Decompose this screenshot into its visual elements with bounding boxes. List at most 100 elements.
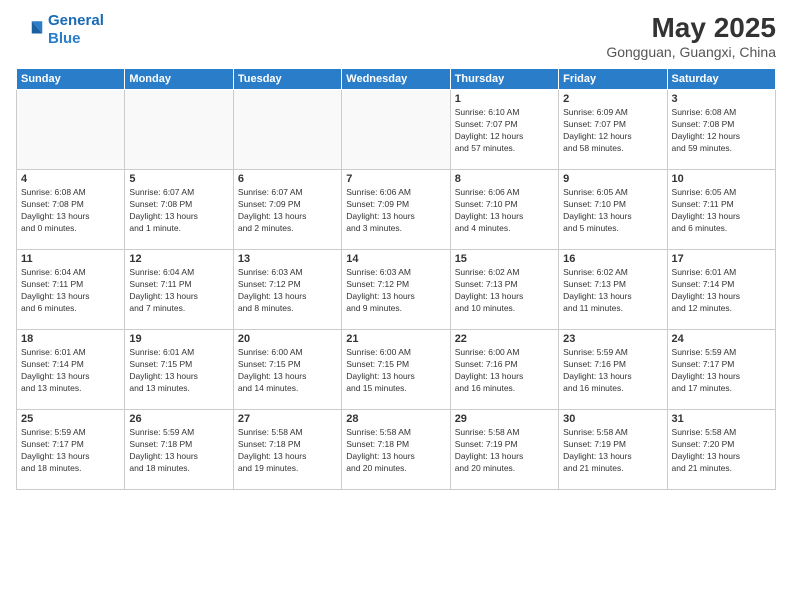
day-cell: 1 Sunrise: 6:10 AM Sunset: 7:07 PM Daylig… bbox=[450, 90, 558, 170]
day-cell: 25Sunrise: 5:59 AM Sunset: 7:17 PM Dayli… bbox=[17, 410, 125, 490]
day-number: 8 bbox=[455, 173, 554, 185]
day-cell: 24Sunrise: 5:59 AM Sunset: 7:17 PM Dayli… bbox=[667, 330, 775, 410]
day-info: Sunrise: 5:58 AM Sunset: 7:20 PM Dayligh… bbox=[672, 427, 771, 475]
day-cell: 3Sunrise: 6:08 AM Sunset: 7:08 PM Daylig… bbox=[667, 90, 775, 170]
day-info: Sunrise: 6:10 AM Sunset: 7:07 PM Dayligh… bbox=[455, 107, 554, 155]
day-number: 31 bbox=[672, 413, 771, 425]
day-info: Sunrise: 6:09 AM Sunset: 7:07 PM Dayligh… bbox=[563, 107, 662, 155]
day-info: Sunrise: 6:08 AM Sunset: 7:08 PM Dayligh… bbox=[21, 187, 120, 235]
day-number: 11 bbox=[21, 253, 120, 265]
day-info: Sunrise: 6:07 AM Sunset: 7:09 PM Dayligh… bbox=[238, 187, 337, 235]
day-number: 7 bbox=[346, 173, 445, 185]
day-number: 23 bbox=[563, 333, 662, 345]
day-number: 9 bbox=[563, 173, 662, 185]
day-info: Sunrise: 6:01 AM Sunset: 7:14 PM Dayligh… bbox=[672, 267, 771, 315]
weekday-header-sunday: Sunday bbox=[17, 69, 125, 90]
day-info: Sunrise: 6:06 AM Sunset: 7:10 PM Dayligh… bbox=[455, 187, 554, 235]
day-info: Sunrise: 6:02 AM Sunset: 7:13 PM Dayligh… bbox=[455, 267, 554, 315]
day-number: 28 bbox=[346, 413, 445, 425]
day-number: 1 bbox=[455, 93, 554, 105]
weekday-header-row: SundayMondayTuesdayWednesdayThursdayFrid… bbox=[17, 69, 776, 90]
day-cell: 27Sunrise: 5:58 AM Sunset: 7:18 PM Dayli… bbox=[233, 410, 341, 490]
day-info: Sunrise: 5:59 AM Sunset: 7:18 PM Dayligh… bbox=[129, 427, 228, 475]
day-info: Sunrise: 5:58 AM Sunset: 7:19 PM Dayligh… bbox=[455, 427, 554, 475]
day-info: Sunrise: 6:00 AM Sunset: 7:15 PM Dayligh… bbox=[346, 347, 445, 395]
day-number: 18 bbox=[21, 333, 120, 345]
logo-line2: Blue bbox=[48, 30, 81, 47]
day-number: 22 bbox=[455, 333, 554, 345]
day-info: Sunrise: 5:58 AM Sunset: 7:18 PM Dayligh… bbox=[346, 427, 445, 475]
day-info: Sunrise: 5:58 AM Sunset: 7:19 PM Dayligh… bbox=[563, 427, 662, 475]
day-cell: 20Sunrise: 6:00 AM Sunset: 7:15 PM Dayli… bbox=[233, 330, 341, 410]
day-cell: 26 Sunrise: 5:59 AM Sunset: 7:18 PM Dayli… bbox=[125, 410, 233, 490]
day-info: Sunrise: 6:04 AM Sunset: 7:11 PM Dayligh… bbox=[129, 267, 228, 315]
day-info: Sunrise: 6:06 AM Sunset: 7:09 PM Dayligh… bbox=[346, 187, 445, 235]
day-info: Sunrise: 6:01 AM Sunset: 7:14 PM Dayligh… bbox=[21, 347, 120, 395]
week-row-3: 11 Sunrise: 6:04 AM Sunset: 7:11 PM Dayli… bbox=[17, 250, 776, 330]
day-cell bbox=[342, 90, 450, 170]
day-number: 21 bbox=[346, 333, 445, 345]
logo: General Blue bbox=[16, 12, 104, 48]
weekday-header-thursday: Thursday bbox=[450, 69, 558, 90]
day-number: 25 bbox=[21, 413, 120, 425]
day-number: 24 bbox=[672, 333, 771, 345]
day-info: Sunrise: 5:58 AM Sunset: 7:18 PM Dayligh… bbox=[238, 427, 337, 475]
day-number: 16 bbox=[563, 253, 662, 265]
day-number: 14 bbox=[346, 253, 445, 265]
day-cell: 15 Sunrise: 6:02 AM Sunset: 7:13 PM Dayli… bbox=[450, 250, 558, 330]
day-number: 5 bbox=[129, 173, 228, 185]
day-number: 26 bbox=[129, 413, 228, 425]
day-info: Sunrise: 5:59 AM Sunset: 7:16 PM Dayligh… bbox=[563, 347, 662, 395]
logo-text: General Blue bbox=[48, 12, 104, 48]
day-number: 17 bbox=[672, 253, 771, 265]
day-number: 19 bbox=[129, 333, 228, 345]
day-number: 10 bbox=[672, 173, 771, 185]
day-cell: 31 Sunrise: 5:58 AM Sunset: 7:20 PM Dayli… bbox=[667, 410, 775, 490]
day-number: 6 bbox=[238, 173, 337, 185]
day-cell: 11 Sunrise: 6:04 AM Sunset: 7:11 PM Dayli… bbox=[17, 250, 125, 330]
day-cell: 21 Sunrise: 6:00 AM Sunset: 7:15 PM Dayli… bbox=[342, 330, 450, 410]
day-cell: 18 Sunrise: 6:01 AM Sunset: 7:14 PM Dayli… bbox=[17, 330, 125, 410]
day-cell: 10 Sunrise: 6:05 AM Sunset: 7:11 PM Dayli… bbox=[667, 170, 775, 250]
day-cell: 8 Sunrise: 6:06 AM Sunset: 7:10 PM Daylig… bbox=[450, 170, 558, 250]
logo-icon bbox=[16, 16, 44, 44]
day-number: 30 bbox=[563, 413, 662, 425]
day-cell bbox=[17, 90, 125, 170]
calendar: SundayMondayTuesdayWednesdayThursdayFrid… bbox=[16, 68, 776, 490]
weekday-header-monday: Monday bbox=[125, 69, 233, 90]
day-number: 15 bbox=[455, 253, 554, 265]
day-cell: 13Sunrise: 6:03 AM Sunset: 7:12 PM Dayli… bbox=[233, 250, 341, 330]
week-row-5: 25Sunrise: 5:59 AM Sunset: 7:17 PM Dayli… bbox=[17, 410, 776, 490]
day-cell: 14Sunrise: 6:03 AM Sunset: 7:12 PM Dayli… bbox=[342, 250, 450, 330]
day-cell: 12 Sunrise: 6:04 AM Sunset: 7:11 PM Dayli… bbox=[125, 250, 233, 330]
day-cell: 6 Sunrise: 6:07 AM Sunset: 7:09 PM Daylig… bbox=[233, 170, 341, 250]
day-cell: 30 Sunrise: 5:58 AM Sunset: 7:19 PM Dayli… bbox=[559, 410, 667, 490]
day-info: Sunrise: 6:04 AM Sunset: 7:11 PM Dayligh… bbox=[21, 267, 120, 315]
week-row-2: 4 Sunrise: 6:08 AM Sunset: 7:08 PM Daylig… bbox=[17, 170, 776, 250]
weekday-header-saturday: Saturday bbox=[667, 69, 775, 90]
day-number: 12 bbox=[129, 253, 228, 265]
day-info: Sunrise: 6:07 AM Sunset: 7:08 PM Dayligh… bbox=[129, 187, 228, 235]
day-cell: 9 Sunrise: 6:05 AM Sunset: 7:10 PM Daylig… bbox=[559, 170, 667, 250]
day-info: Sunrise: 6:05 AM Sunset: 7:11 PM Dayligh… bbox=[672, 187, 771, 235]
week-row-1: 1 Sunrise: 6:10 AM Sunset: 7:07 PM Daylig… bbox=[17, 90, 776, 170]
day-cell: 5 Sunrise: 6:07 AM Sunset: 7:08 PM Daylig… bbox=[125, 170, 233, 250]
day-info: Sunrise: 6:00 AM Sunset: 7:16 PM Dayligh… bbox=[455, 347, 554, 395]
weekday-header-friday: Friday bbox=[559, 69, 667, 90]
month-title: May 2025 bbox=[606, 12, 776, 44]
logo-line1: General bbox=[48, 12, 104, 29]
day-info: Sunrise: 6:08 AM Sunset: 7:08 PM Dayligh… bbox=[672, 107, 771, 155]
page: General Blue May 2025 Gongguan, Guangxi,… bbox=[0, 0, 792, 612]
header: General Blue May 2025 Gongguan, Guangxi,… bbox=[16, 12, 776, 60]
day-info: Sunrise: 6:00 AM Sunset: 7:15 PM Dayligh… bbox=[238, 347, 337, 395]
day-info: Sunrise: 6:02 AM Sunset: 7:13 PM Dayligh… bbox=[563, 267, 662, 315]
day-info: Sunrise: 6:01 AM Sunset: 7:15 PM Dayligh… bbox=[129, 347, 228, 395]
day-cell: 28 Sunrise: 5:58 AM Sunset: 7:18 PM Dayli… bbox=[342, 410, 450, 490]
week-row-4: 18 Sunrise: 6:01 AM Sunset: 7:14 PM Dayli… bbox=[17, 330, 776, 410]
day-number: 13 bbox=[238, 253, 337, 265]
day-number: 4 bbox=[21, 173, 120, 185]
location: Gongguan, Guangxi, China bbox=[606, 44, 776, 60]
day-info: Sunrise: 6:05 AM Sunset: 7:10 PM Dayligh… bbox=[563, 187, 662, 235]
day-number: 2 bbox=[563, 93, 662, 105]
day-cell: 22 Sunrise: 6:00 AM Sunset: 7:16 PM Dayli… bbox=[450, 330, 558, 410]
